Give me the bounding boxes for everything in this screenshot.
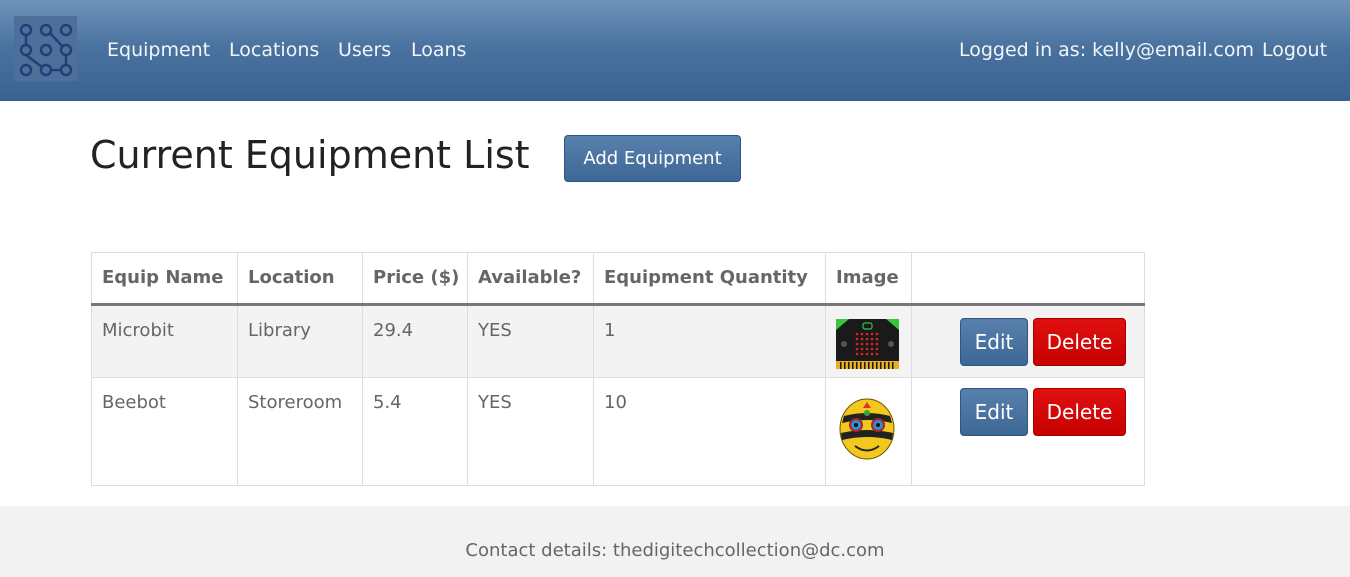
cell-location: Storeroom bbox=[237, 377, 363, 486]
header-image: Image bbox=[825, 252, 912, 306]
nav-link-locations[interactable]: Locations bbox=[229, 37, 319, 63]
nav-link-loans[interactable]: Loans bbox=[411, 37, 466, 63]
header-location: Location bbox=[237, 252, 363, 306]
cell-location: Library bbox=[237, 304, 363, 378]
microbit-image bbox=[836, 319, 899, 369]
contact-details: Contact details: thedigitechcollection@d… bbox=[465, 540, 885, 561]
nav-link-equipment[interactable]: Equipment bbox=[107, 37, 210, 63]
table-row: Microbit Library 29.4 YES 1 Edit Delete bbox=[91, 304, 1145, 378]
header-equip-name: Equip Name bbox=[91, 252, 238, 306]
logo[interactable] bbox=[14, 16, 77, 81]
header-available: Available? bbox=[467, 252, 594, 306]
equipment-table-container: Equip Name Location Price ($) Available?… bbox=[91, 252, 1145, 486]
cell-quantity: 1 bbox=[593, 304, 826, 378]
edit-button[interactable]: Edit bbox=[960, 388, 1028, 436]
cell-image bbox=[825, 304, 912, 378]
cell-image bbox=[825, 377, 912, 486]
edit-button[interactable]: Edit bbox=[960, 318, 1028, 366]
header-price: Price ($) bbox=[362, 252, 468, 306]
equipment-table: Equip Name Location Price ($) Available?… bbox=[91, 252, 1145, 486]
cell-price: 5.4 bbox=[362, 377, 468, 486]
delete-button[interactable]: Delete bbox=[1033, 318, 1126, 366]
logged-in-status: Logged in as: kelly@email.com bbox=[959, 39, 1254, 61]
page-title: Current Equipment List bbox=[90, 133, 530, 177]
navbar: Equipment Locations Users Loans Logged i… bbox=[0, 0, 1350, 101]
footer: Contact details: thedigitechcollection@d… bbox=[0, 506, 1350, 577]
cell-available: YES bbox=[467, 377, 594, 486]
cell-available: YES bbox=[467, 304, 594, 378]
table-header-row: Equip Name Location Price ($) Available?… bbox=[91, 252, 1145, 306]
cell-actions: Edit Delete bbox=[911, 304, 1145, 378]
cell-price: 29.4 bbox=[362, 304, 468, 378]
logout-link[interactable]: Logout bbox=[1262, 37, 1327, 63]
beebot-image bbox=[839, 398, 895, 460]
nav-link-users[interactable]: Users bbox=[338, 37, 391, 63]
circuit-dots-logo-icon bbox=[19, 23, 73, 77]
header-actions bbox=[911, 252, 1145, 306]
header-quantity: Equipment Quantity bbox=[593, 252, 826, 306]
cell-actions: Edit Delete bbox=[911, 377, 1145, 486]
cell-name: Beebot bbox=[91, 377, 238, 486]
add-equipment-button[interactable]: Add Equipment bbox=[564, 135, 741, 182]
cell-name: Microbit bbox=[91, 304, 238, 378]
table-row: Beebot Storeroom 5.4 YES 10 Edit Delete bbox=[91, 377, 1145, 486]
delete-button[interactable]: Delete bbox=[1033, 388, 1126, 436]
cell-quantity: 10 bbox=[593, 377, 826, 486]
